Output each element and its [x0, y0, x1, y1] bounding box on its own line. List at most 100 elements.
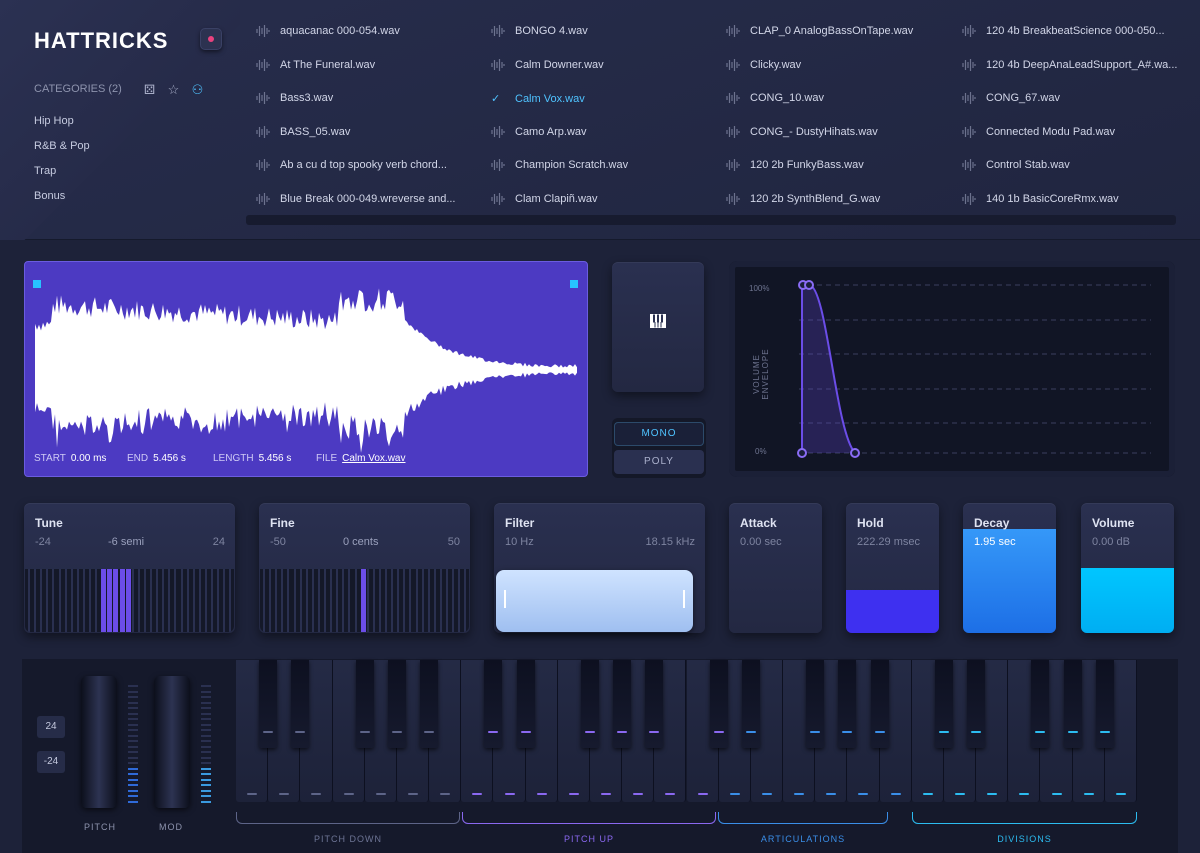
file-item[interactable]: 120 2b SynthBlend_G.wav: [726, 193, 880, 206]
waveform-icon: [491, 159, 505, 172]
black-key[interactable]: [387, 660, 406, 748]
category-bonus[interactable]: Bonus: [34, 190, 65, 202]
file-item[interactable]: Ab a cu d top spooky verb chord...: [256, 159, 447, 172]
file-item[interactable]: CONG_- DustyHihats.wav: [726, 126, 878, 139]
tune-control[interactable]: Tune -24 -6 semi 24: [24, 503, 235, 633]
key-marker: [311, 793, 322, 795]
waveform-panel[interactable]: START 0.00 ms END 5.456 s LENGTH 5.456 s FI…: [24, 261, 588, 477]
black-key[interactable]: [838, 660, 857, 748]
tune-slider[interactable]: [25, 569, 234, 632]
black-key[interactable]: [709, 660, 728, 748]
file-item[interactable]: CLAP_0 AnalogBassOnTape.wav: [726, 25, 913, 38]
filter-high-handle[interactable]: [683, 590, 685, 608]
pitch-range-bottom[interactable]: -24: [37, 751, 65, 773]
file-item[interactable]: Clicky.wav: [726, 59, 801, 72]
random-dice-icon[interactable]: ⚄: [142, 82, 157, 97]
file-item[interactable]: Connected Modu Pad.wav: [962, 126, 1115, 139]
file-item[interactable]: CONG_67.wav: [962, 92, 1060, 105]
waveform-icon: [256, 159, 270, 172]
file-item[interactable]: Camo Arp.wav: [491, 126, 587, 139]
black-key[interactable]: [645, 660, 664, 748]
slider-tick: [458, 569, 461, 632]
file-item[interactable]: 140 1b BasicCoreRmx.wav: [962, 193, 1119, 206]
file-item[interactable]: CONG_10.wav: [726, 92, 824, 105]
key-marker: [794, 793, 805, 795]
mod-wheel[interactable]: [154, 676, 190, 808]
black-key[interactable]: [1095, 660, 1114, 748]
keyboard-view-button[interactable]: [612, 262, 704, 392]
filter-range[interactable]: [496, 570, 693, 632]
record-button[interactable]: [200, 28, 222, 50]
black-key[interactable]: [291, 660, 310, 748]
file-item[interactable]: Blue Break 000-049.wreverse and...: [256, 193, 456, 206]
file-item[interactable]: ✓ Calm Vox.wav: [491, 92, 585, 105]
pitch-wheel[interactable]: [81, 676, 117, 808]
black-key[interactable]: [967, 660, 986, 748]
mono-button[interactable]: MONO: [614, 422, 704, 446]
slider-tick: [439, 569, 442, 632]
decay-control[interactable]: Decay 1.95 sec: [963, 503, 1056, 633]
file-item[interactable]: 120 2b FunkyBass.wav: [726, 159, 864, 172]
black-key[interactable]: [484, 660, 503, 748]
pitch-range-top[interactable]: 24: [37, 716, 65, 738]
file-item[interactable]: Calm Downer.wav: [491, 59, 604, 72]
meter-segment: [201, 795, 211, 797]
waveform-icon: [726, 92, 740, 105]
key-marker: [761, 793, 772, 795]
black-key[interactable]: [420, 660, 439, 748]
file-item[interactable]: Bass3.wav: [256, 92, 333, 105]
key-marker: [472, 793, 483, 795]
attack-control[interactable]: Attack 0.00 sec: [729, 503, 822, 633]
volume-value: 0.00 dB: [1092, 536, 1130, 548]
file-item[interactable]: 120 4b DeepAnaLeadSupport_A#.wa...: [962, 59, 1177, 72]
key-marker: [488, 731, 499, 733]
file-item[interactable]: Control Stab.wav: [962, 159, 1070, 172]
black-key[interactable]: [516, 660, 535, 748]
key-marker: [520, 731, 531, 733]
horizontal-scrollbar[interactable]: [246, 215, 1176, 225]
fine-control[interactable]: Fine -50 0 cents 50: [259, 503, 470, 633]
black-key[interactable]: [934, 660, 953, 748]
file-item[interactable]: aquacanac 000-054.wav: [256, 25, 400, 38]
black-key[interactable]: [806, 660, 825, 748]
add-user-icon[interactable]: ⚇: [190, 82, 205, 97]
file-item[interactable]: BASS_05.wav: [256, 126, 350, 139]
slider-tick: [125, 569, 131, 632]
black-key[interactable]: [1063, 660, 1082, 748]
filter-control[interactable]: Filter 10 Hz 18.15 kHz: [494, 503, 705, 633]
category-hip-hop[interactable]: Hip Hop: [34, 115, 74, 127]
favorite-star-icon[interactable]: ☆: [166, 82, 181, 97]
slider-tick: [204, 569, 207, 632]
meter-segment: [128, 795, 138, 797]
file-item[interactable]: At The Funeral.wav: [256, 59, 375, 72]
category-rnb-pop[interactable]: R&B & Pop: [34, 140, 90, 152]
slider-tick: [28, 569, 30, 632]
waveform-icon: [962, 126, 976, 139]
slider-tick: [287, 569, 290, 632]
envelope-100-label: 100%: [749, 284, 770, 293]
file-item[interactable]: Clam Clapiñ.wav: [491, 193, 598, 206]
hold-control[interactable]: Hold 222.29 msec: [846, 503, 939, 633]
meter-segment: [201, 778, 211, 781]
black-key[interactable]: [355, 660, 374, 748]
poly-button[interactable]: POLY: [614, 450, 704, 474]
file-item[interactable]: Champion Scratch.wav: [491, 159, 628, 172]
category-trap[interactable]: Trap: [34, 165, 56, 177]
volume-envelope-panel[interactable]: 100% 0% VOLUME ENVELOPE: [729, 261, 1175, 477]
meter-segment: [128, 778, 138, 781]
slider-tick: [324, 569, 326, 632]
filter-low-handle[interactable]: [504, 590, 506, 608]
black-key[interactable]: [580, 660, 599, 748]
black-key[interactable]: [259, 660, 278, 748]
volume-control[interactable]: Volume 0.00 dB: [1081, 503, 1174, 633]
file-item[interactable]: BONGO 4.wav: [491, 25, 588, 38]
black-key[interactable]: [741, 660, 760, 748]
black-key[interactable]: [870, 660, 889, 748]
file-item[interactable]: 120 4b BreakbeatScience 000-050...: [962, 25, 1165, 38]
meter-segment: [201, 696, 211, 698]
key-marker: [601, 793, 612, 795]
black-key[interactable]: [1031, 660, 1050, 748]
fine-slider[interactable]: [260, 569, 469, 632]
envelope-graph[interactable]: [729, 261, 1175, 477]
black-key[interactable]: [613, 660, 632, 748]
